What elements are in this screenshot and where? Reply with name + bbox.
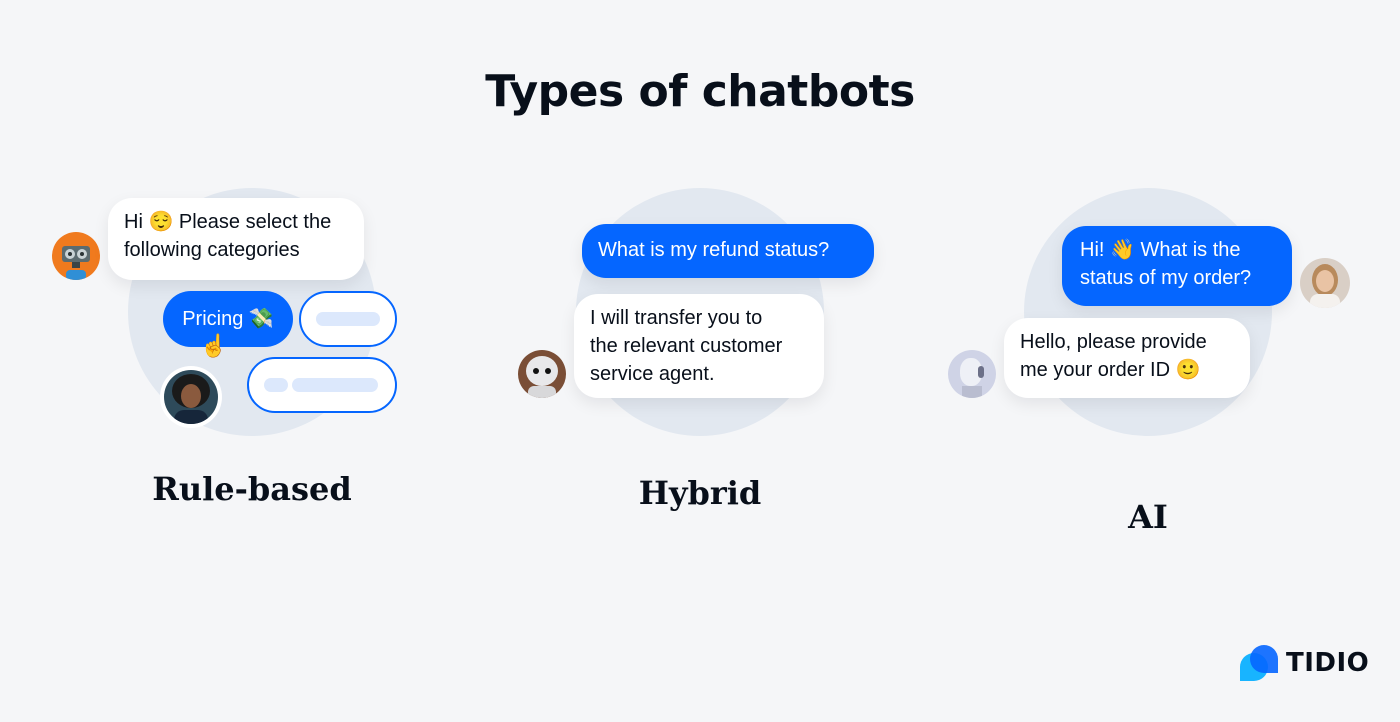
ai-robot-avatar bbox=[948, 350, 996, 398]
bot-message-line: me your order ID 🙂 bbox=[1020, 359, 1201, 381]
type-label: AI bbox=[1128, 498, 1168, 536]
tidio-logo-icon bbox=[1240, 645, 1278, 681]
pricing-option-button[interactable]: Pricing 💸 bbox=[163, 291, 293, 347]
option-button[interactable] bbox=[247, 357, 397, 413]
bot-message-line: Hello, please provide bbox=[1020, 331, 1207, 353]
tidio-logo-text: TIDIO bbox=[1286, 648, 1370, 678]
page-title: Types of chatbots bbox=[485, 66, 915, 117]
placeholder-bar bbox=[264, 378, 288, 392]
type-label: Hybrid bbox=[638, 474, 762, 512]
bot-message-line: the relevant customer bbox=[590, 335, 783, 357]
woman-avatar bbox=[160, 366, 222, 428]
type-label: Rule-based bbox=[152, 470, 352, 508]
woman-avatar bbox=[1300, 258, 1350, 308]
user-message-bubble: What is my refund status? bbox=[582, 224, 874, 278]
bot-message-line: I will transfer you to bbox=[590, 307, 763, 329]
user-message-line: Hi! 👋 What is the bbox=[1080, 239, 1241, 261]
user-message-line: status of my order? bbox=[1080, 267, 1252, 289]
user-message-bubble: Hi! 👋 What is the status of my order? bbox=[1062, 226, 1292, 306]
bot-message-bubble: Hi 😌 Please select the following categor… bbox=[108, 198, 364, 280]
bot-message-line: service agent. bbox=[590, 363, 715, 385]
bot-message-bubble: I will transfer you to the relevant cust… bbox=[574, 294, 824, 398]
option-button[interactable] bbox=[299, 291, 397, 347]
robot-avatar bbox=[52, 232, 100, 280]
placeholder-bar bbox=[316, 312, 380, 326]
bot-message-line: following categories bbox=[124, 239, 300, 261]
bot-message-line: Hi 😌 Please select the bbox=[124, 211, 332, 233]
hand-cursor-icon: ☝ bbox=[200, 333, 228, 358]
placeholder-bar bbox=[292, 378, 378, 392]
pepper-robot-avatar bbox=[518, 350, 566, 398]
bot-message-bubble: Hello, please provide me your order ID 🙂 bbox=[1004, 318, 1250, 398]
